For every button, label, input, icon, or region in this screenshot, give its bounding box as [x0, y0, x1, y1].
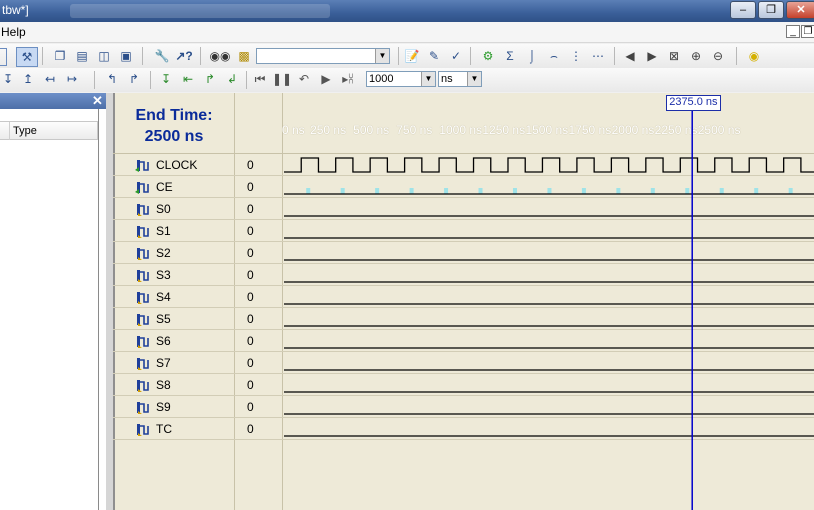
run-to-icon[interactable]: ▸⩆: [340, 71, 356, 87]
toolbar-1: ⚒ ❐ ▤ ◫ ▣ 🔧 ↗? ◉◉ ▩ ▼ 📝 ✎ ✓ ⚙ Σ ⌡ ⌢ ⋮ ⋯ …: [0, 44, 814, 68]
close-button[interactable]: ✕: [786, 1, 814, 19]
sigma-icon[interactable]: Σ: [502, 48, 518, 64]
marker-up-icon[interactable]: ↥: [20, 71, 36, 87]
gear-icon[interactable]: ⚙: [480, 48, 496, 64]
toolbar-2: ↧ ↥ ↤ ↦ ↰ ↱ ↧ ⇤ ↱ ↲ ⏮ ❚❚ ↶ ▶ ▸⩆ 1000 ▼ ns…: [0, 68, 814, 92]
bulb-icon[interactable]: ◉: [746, 48, 762, 64]
cascade-icon[interactable]: ❐: [52, 48, 68, 64]
stop-icon[interactable]: ⊠: [666, 48, 682, 64]
step-back-icon[interactable]: ↶: [296, 71, 312, 87]
sources-panel-header: ✕: [0, 93, 106, 109]
play-icon[interactable]: ▶: [318, 71, 334, 87]
marker-right-icon[interactable]: ↦: [64, 71, 80, 87]
check-icon[interactable]: ✓: [448, 48, 464, 64]
ce-edge-marker: [616, 188, 621, 194]
pause-icon[interactable]: ❚❚: [272, 71, 292, 87]
fall-icon[interactable]: ↲: [224, 71, 240, 87]
ce-edge-marker: [581, 188, 586, 194]
ce-edge-marker: [685, 188, 690, 194]
unit-combo[interactable]: ns ▼: [438, 71, 482, 87]
ce-edge-marker: [478, 188, 483, 194]
sources-panel: [0, 93, 106, 510]
separator: [470, 47, 471, 65]
ce-edge-marker: [754, 188, 759, 194]
window-title: tbw*]: [2, 3, 29, 17]
marker-down-icon[interactable]: ↧: [0, 71, 16, 87]
menu-bar: Help: [0, 22, 814, 43]
chevron-down-icon[interactable]: ▼: [467, 72, 481, 86]
count-combo-value: 1000: [369, 73, 394, 85]
ce-edge-marker: [409, 188, 414, 194]
wave-delete-icon[interactable]: ⌢: [546, 48, 562, 64]
marker-left-icon[interactable]: ↤: [42, 71, 58, 87]
whats-this-icon[interactable]: ↗?: [175, 48, 192, 64]
wave-add-icon[interactable]: ⌡: [524, 48, 540, 64]
ce-edge-marker: [375, 188, 380, 194]
ce-edge-marker: [650, 188, 655, 194]
panel-border: [98, 109, 99, 510]
separator: [150, 71, 151, 89]
count-combo[interactable]: 1000 ▼: [366, 71, 436, 87]
chevron-down-icon[interactable]: ▼: [421, 72, 435, 86]
apply-icon[interactable]: 📝: [404, 48, 420, 64]
ce-edge-marker: [547, 188, 552, 194]
mdi-restore-icon[interactable]: ❐: [801, 25, 814, 38]
unit-combo-value: ns: [441, 73, 453, 85]
search-combo[interactable]: ▼: [256, 48, 390, 64]
minimize-button[interactable]: –: [730, 1, 756, 19]
tile-v-icon[interactable]: ◫: [96, 48, 112, 64]
title-bar: tbw*] – ❐ ✕: [0, 0, 814, 22]
mdi-minimize-icon[interactable]: _: [786, 25, 800, 38]
first-icon[interactable]: ⏮: [252, 71, 268, 87]
separator: [736, 47, 737, 65]
zoom-glasses-icon[interactable]: ⚒: [16, 47, 38, 67]
ce-edge-marker: [512, 188, 517, 194]
clock-trace: [284, 157, 814, 173]
waveform-traces: [284, 107, 814, 510]
splitter[interactable]: [106, 93, 113, 510]
rise-icon[interactable]: ↱: [202, 71, 218, 87]
separator: [398, 47, 399, 65]
cursor-time-label[interactable]: 2375.0 ns: [666, 95, 721, 111]
title-blur: [70, 4, 330, 18]
separator: [42, 47, 43, 65]
waveform-view: End Time: 2500 ns 0 ns 250 ns 500 ns 750 ns…: [113, 93, 814, 510]
edge-icon[interactable]: [0, 48, 7, 66]
ce-edge-marker: [719, 188, 724, 194]
separator: [142, 47, 143, 65]
ce-edge-marker: [788, 188, 793, 194]
ce-edge-marker: [444, 188, 449, 194]
window-icon[interactable]: ▣: [118, 48, 134, 64]
chevron-down-icon[interactable]: ▼: [375, 49, 389, 63]
panel-close-icon[interactable]: ✕: [92, 93, 103, 109]
back-circle-icon[interactable]: ◀: [622, 48, 638, 64]
column-header-row: Type: [0, 121, 98, 140]
ce-edge-marker: [340, 188, 345, 194]
append-icon[interactable]: ⇤: [180, 71, 196, 87]
wave-merge-icon[interactable]: ⋯: [590, 48, 606, 64]
zoom-out-icon[interactable]: ⊖: [710, 48, 726, 64]
insert-icon[interactable]: ↧: [158, 71, 174, 87]
separator: [246, 71, 247, 89]
separator: [94, 71, 95, 89]
find-icon[interactable]: ▩: [236, 48, 252, 64]
column-type-header[interactable]: Type: [13, 125, 37, 137]
menu-help[interactable]: Help: [1, 25, 26, 39]
separator: [614, 47, 615, 65]
tile-h-icon[interactable]: ▤: [74, 48, 90, 64]
ce-edge-marker: [306, 188, 311, 194]
edge-prev-icon[interactable]: ↰: [104, 71, 120, 87]
binoculars-icon[interactable]: ◉◉: [210, 48, 231, 64]
wave-split-icon[interactable]: ⋮: [568, 48, 584, 64]
zoom-in-icon[interactable]: ⊕: [688, 48, 704, 64]
forward-circle-icon[interactable]: ▶: [644, 48, 660, 64]
edit-icon[interactable]: ✎: [426, 48, 442, 64]
edge-next-icon[interactable]: ↱: [126, 71, 142, 87]
maximize-button[interactable]: ❐: [758, 1, 784, 19]
column-divider: [9, 122, 10, 140]
wrench-icon[interactable]: 🔧: [154, 48, 170, 64]
separator: [200, 47, 201, 65]
